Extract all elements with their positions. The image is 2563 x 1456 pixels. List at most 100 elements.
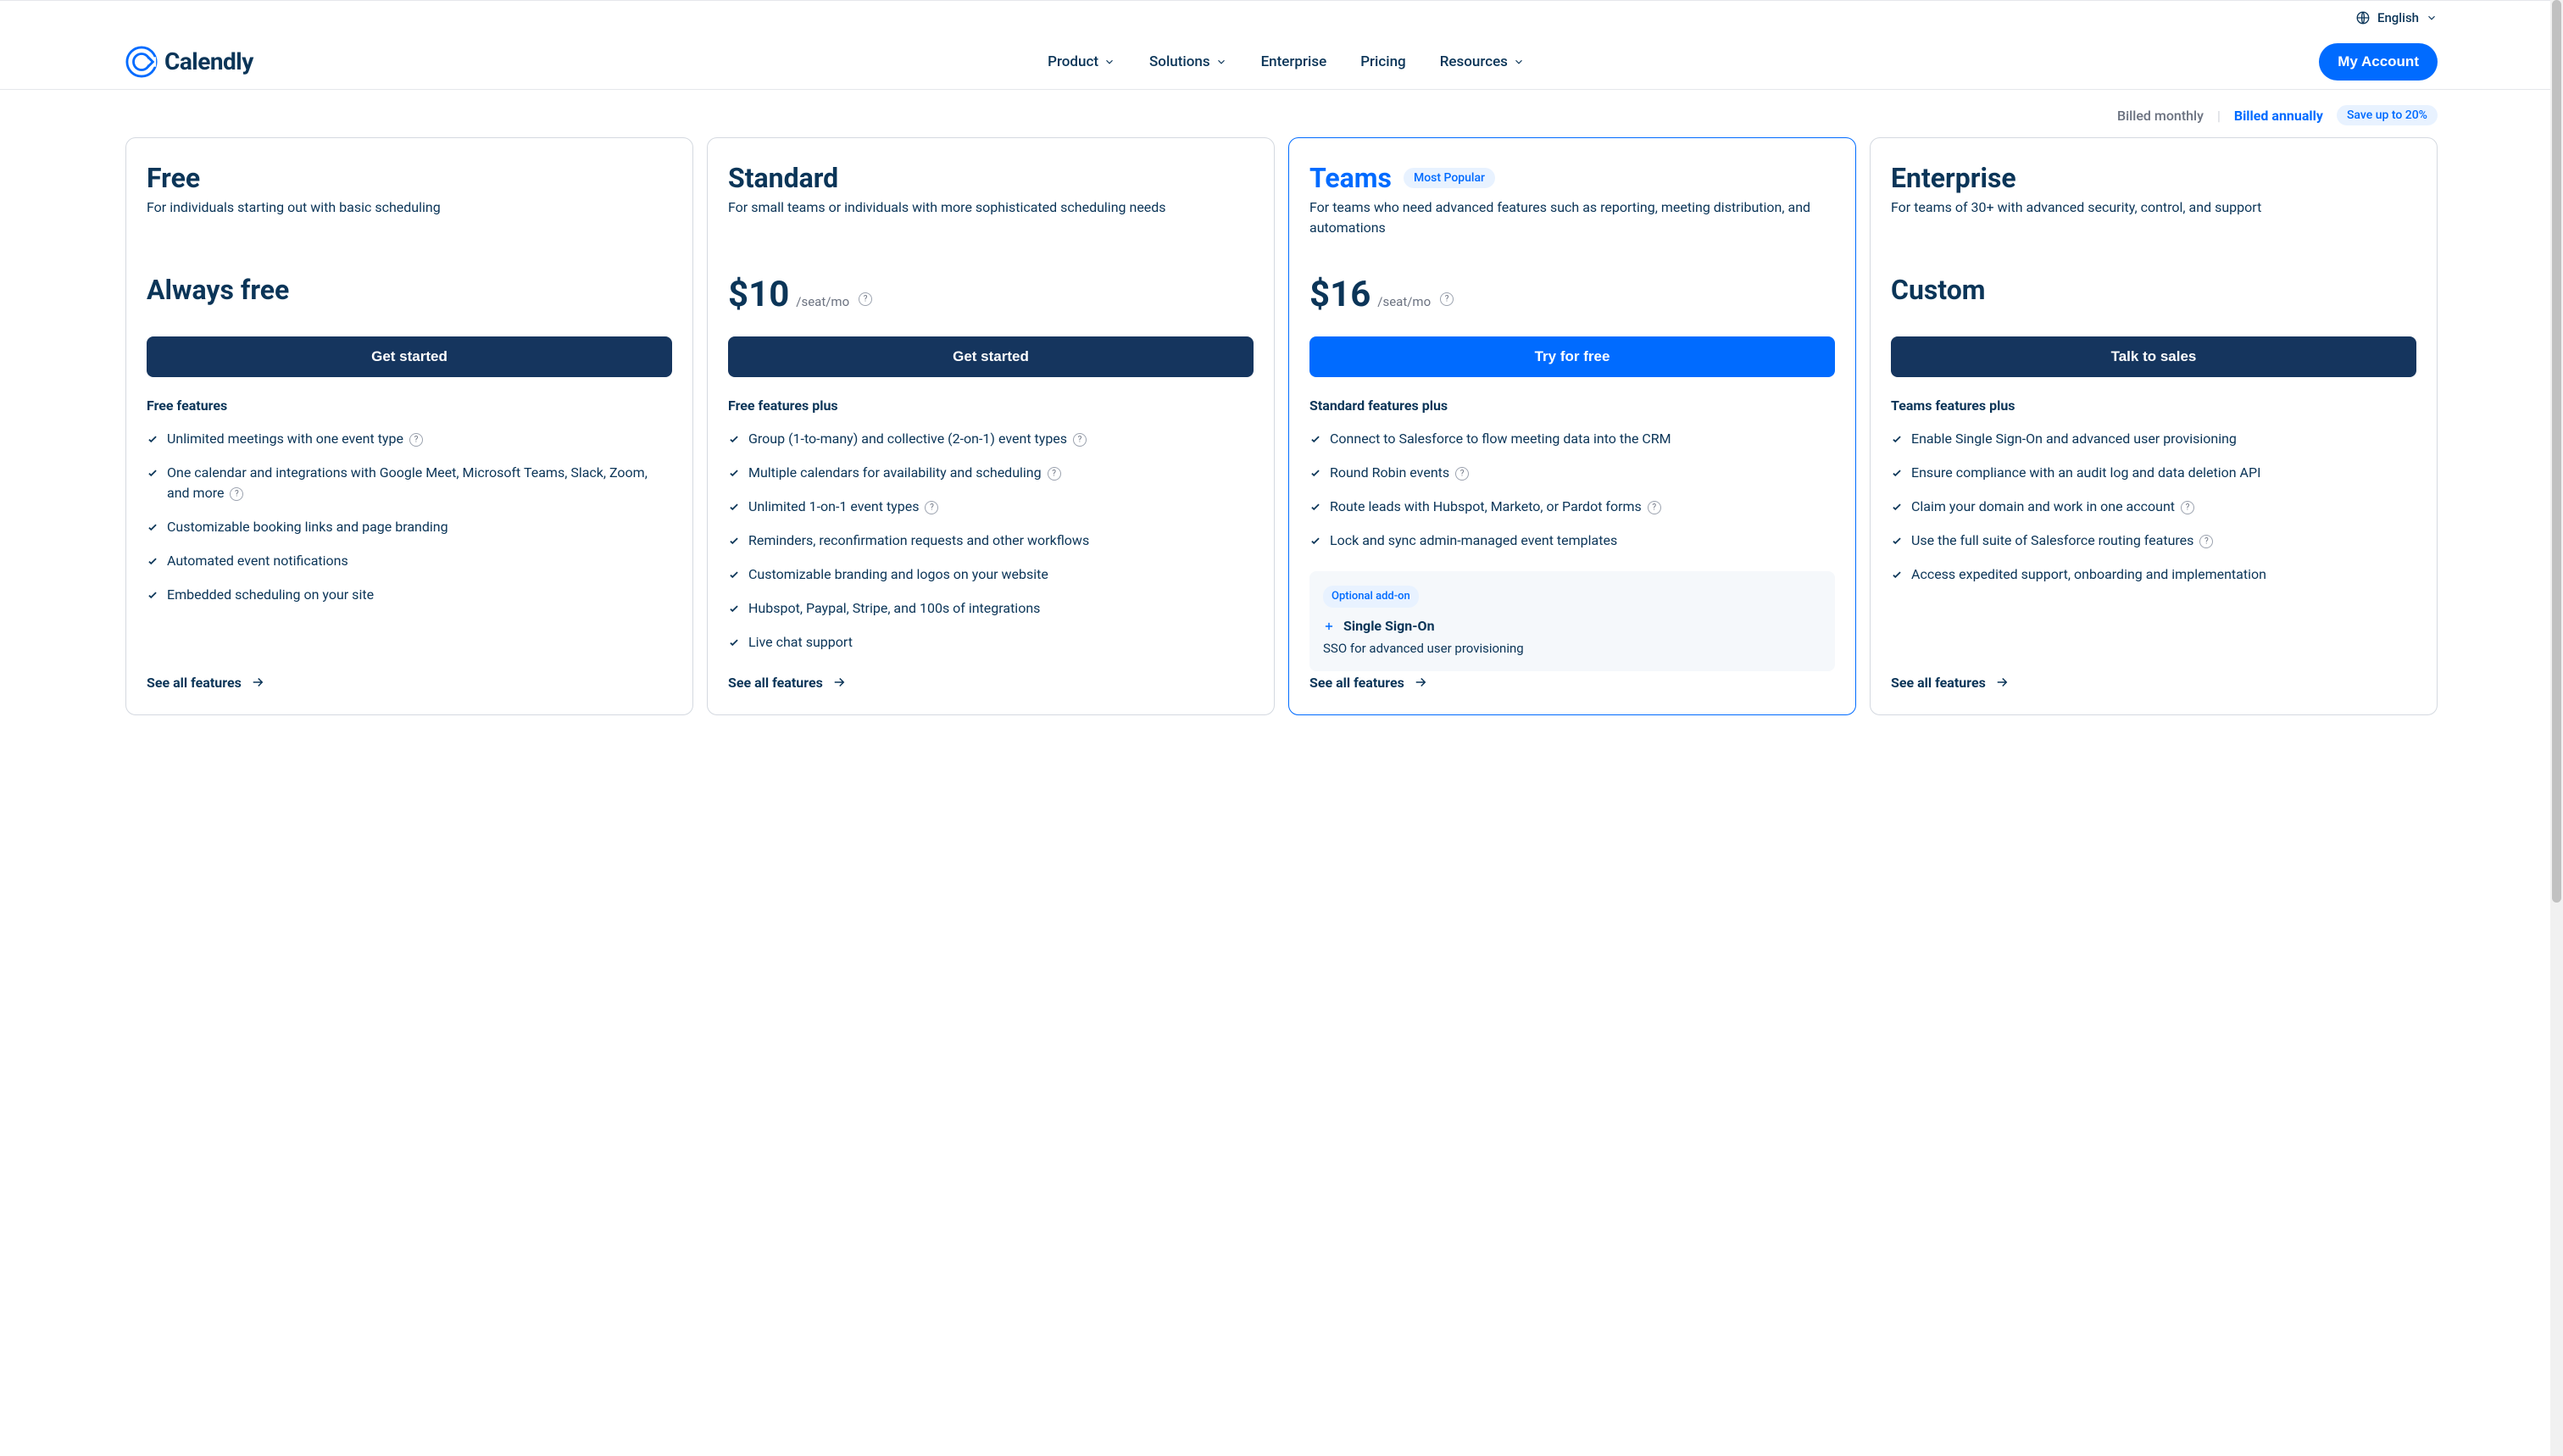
- check-icon: [147, 589, 158, 601]
- plan-enterprise-desc: For teams of 30+ with advanced security,…: [1891, 197, 2416, 258]
- check-icon: [147, 555, 158, 567]
- list-item: Unlimited meetings with one event type: [147, 429, 672, 449]
- info-icon[interactable]: [1648, 501, 1661, 514]
- nav-resources[interactable]: Resources: [1440, 53, 1525, 70]
- info-icon[interactable]: [1073, 433, 1087, 447]
- plan-teams-title: Teams Most Popular: [1309, 162, 1835, 194]
- list-item: Live chat support: [728, 632, 1254, 653]
- standard-features-list: Group (1-to-many) and collective (2-on-1…: [728, 429, 1254, 671]
- list-item: Claim your domain and work in one accoun…: [1891, 497, 2416, 517]
- arrow-right-icon: [1413, 675, 1428, 690]
- list-item: Customizable booking links and page bran…: [147, 517, 672, 537]
- teams-see-all-features[interactable]: See all features: [1309, 675, 1835, 691]
- scrollbar-thumb[interactable]: [2552, 0, 2561, 903]
- billing-divider: |: [2217, 108, 2221, 124]
- list-item: Ensure compliance with an audit log and …: [1891, 463, 2416, 483]
- arrow-right-icon: [831, 675, 847, 690]
- check-icon: [728, 433, 740, 445]
- info-icon[interactable]: [2199, 535, 2213, 548]
- plan-enterprise-title: Enterprise: [1891, 162, 2416, 194]
- plan-enterprise-price: Custom: [1891, 274, 2416, 318]
- standard-see-all-features[interactable]: See all features: [728, 675, 1254, 691]
- standard-features-heading: Free features plus: [728, 397, 1254, 414]
- plan-standard-title: Standard: [728, 162, 1254, 194]
- check-icon: [728, 603, 740, 614]
- nav-solutions[interactable]: Solutions: [1149, 53, 1227, 70]
- info-icon[interactable]: [2181, 501, 2194, 514]
- list-item: Use the full suite of Salesforce routing…: [1891, 531, 2416, 551]
- check-icon: [1891, 501, 1903, 513]
- check-icon: [1309, 535, 1321, 547]
- check-icon: [1891, 433, 1903, 445]
- addon-label: Optional add-on: [1323, 586, 1419, 608]
- check-icon: [1309, 501, 1321, 513]
- my-account-button[interactable]: My Account: [2319, 43, 2438, 81]
- nav-resources-label: Resources: [1440, 53, 1508, 70]
- free-get-started-button[interactable]: Get started: [147, 336, 672, 377]
- nav-pricing-label: Pricing: [1360, 53, 1406, 70]
- logo[interactable]: Calendly: [125, 46, 253, 78]
- nav-solutions-label: Solutions: [1149, 53, 1210, 70]
- nav-links: Product Solutions Enterprise Pricing Res…: [1048, 53, 1525, 70]
- enterprise-talk-sales-button[interactable]: Talk to sales: [1891, 336, 2416, 377]
- pricing-plans: Free For individuals starting out with b…: [0, 137, 2563, 749]
- list-item: Multiple calendars for availability and …: [728, 463, 1254, 483]
- vertical-scrollbar[interactable]: [2550, 0, 2563, 1456]
- addon-title: Single Sign-On: [1323, 616, 1821, 636]
- check-icon: [728, 501, 740, 513]
- info-icon[interactable]: [409, 433, 423, 447]
- plan-teams-desc: For teams who need advanced features suc…: [1309, 197, 1835, 258]
- teams-features-heading: Standard features plus: [1309, 397, 1835, 414]
- plan-free-desc: For individuals starting out with basic …: [147, 197, 672, 258]
- list-item: Connect to Salesforce to flow meeting da…: [1309, 429, 1835, 449]
- list-item: Automated event notifications: [147, 551, 672, 571]
- free-features-heading: Free features: [147, 397, 672, 414]
- list-item: Optional add-on Single Sign-On SSO for a…: [1309, 564, 1835, 671]
- list-item: Reminders, reconfirmation requests and o…: [728, 531, 1254, 551]
- check-icon: [728, 636, 740, 648]
- info-icon[interactable]: [1048, 467, 1061, 481]
- billed-annually[interactable]: Billed annually: [2234, 108, 2323, 124]
- most-popular-badge: Most Popular: [1404, 168, 1495, 188]
- plan-enterprise: Enterprise For teams of 30+ with advance…: [1870, 137, 2438, 715]
- nav-enterprise[interactable]: Enterprise: [1261, 53, 1327, 70]
- nav-enterprise-label: Enterprise: [1261, 53, 1327, 70]
- info-icon[interactable]: [925, 501, 938, 514]
- globe-icon: [2355, 10, 2371, 25]
- plan-standard: Standard For small teams or individuals …: [707, 137, 1275, 715]
- nav-pricing[interactable]: Pricing: [1360, 53, 1406, 70]
- enterprise-features-heading: Teams features plus: [1891, 397, 2416, 414]
- check-icon: [1891, 467, 1903, 479]
- arrow-right-icon: [1994, 675, 2010, 690]
- chevron-down-icon: [2426, 12, 2438, 24]
- check-icon: [1891, 535, 1903, 547]
- info-icon[interactable]: [230, 487, 243, 501]
- free-see-all-features[interactable]: See all features: [147, 675, 672, 691]
- billing-toggle: Billed monthly | Billed annually Save up…: [0, 90, 2563, 137]
- teams-features-list: Connect to Salesforce to flow meeting da…: [1309, 429, 1835, 671]
- info-icon[interactable]: [859, 292, 872, 306]
- save-badge: Save up to 20%: [2337, 105, 2438, 125]
- check-icon: [728, 467, 740, 479]
- arrow-right-icon: [250, 675, 265, 690]
- language-label: English: [2377, 10, 2419, 25]
- info-icon[interactable]: [1440, 292, 1454, 306]
- chevron-down-icon: [1104, 56, 1115, 68]
- list-item: Enable Single Sign-On and advanced user …: [1891, 429, 2416, 449]
- list-item: Group (1-to-many) and collective (2-on-1…: [728, 429, 1254, 449]
- logo-text: Calendly: [164, 47, 253, 75]
- enterprise-see-all-features[interactable]: See all features: [1891, 675, 2416, 691]
- standard-get-started-button[interactable]: Get started: [728, 336, 1254, 377]
- check-icon: [1891, 569, 1903, 581]
- nav-product[interactable]: Product: [1048, 53, 1115, 70]
- check-icon: [728, 535, 740, 547]
- info-icon[interactable]: [1455, 467, 1469, 481]
- check-icon: [728, 569, 740, 581]
- plan-standard-desc: For small teams or individuals with more…: [728, 197, 1254, 258]
- free-features-list: Unlimited meetings with one event type O…: [147, 429, 672, 671]
- addon-box: Optional add-on Single Sign-On SSO for a…: [1309, 571, 1835, 671]
- language-selector[interactable]: English: [2355, 10, 2438, 25]
- teams-try-free-button[interactable]: Try for free: [1309, 336, 1835, 377]
- billed-monthly[interactable]: Billed monthly: [2117, 108, 2204, 124]
- plan-free-price: Always free: [147, 274, 672, 318]
